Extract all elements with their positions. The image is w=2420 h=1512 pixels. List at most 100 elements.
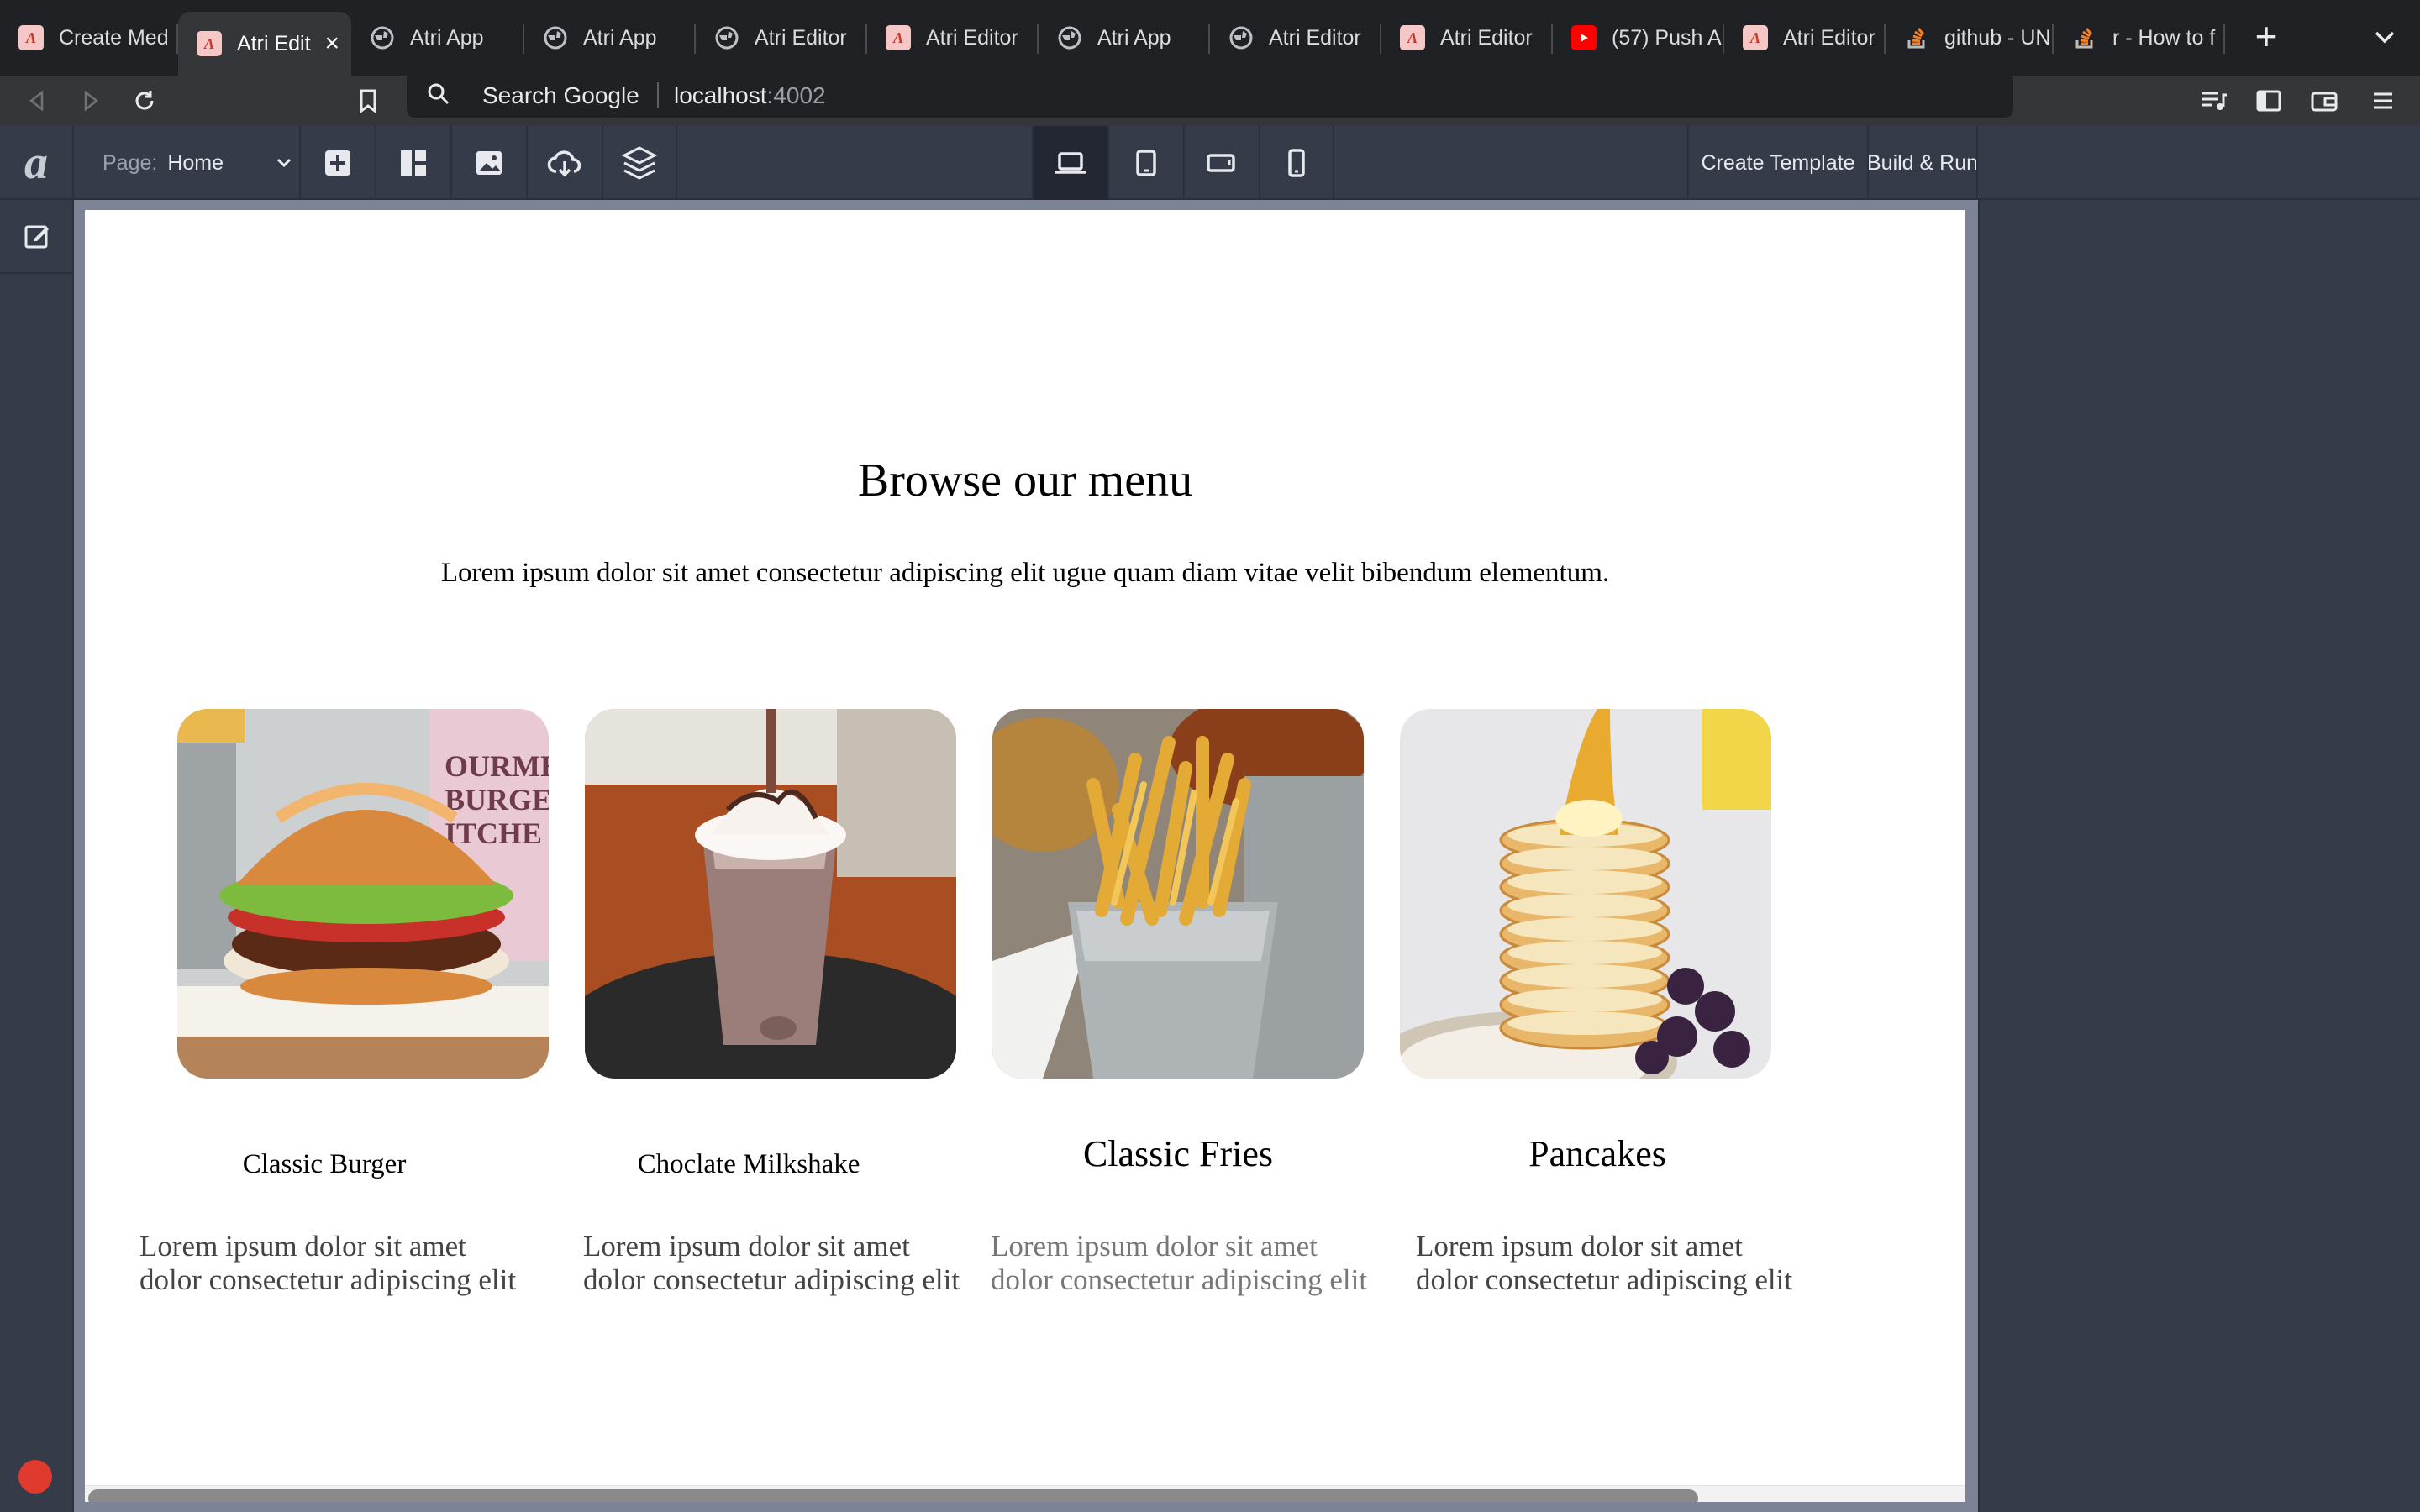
edit-properties-button[interactable] [0, 200, 74, 274]
globe-icon [1057, 25, 1082, 50]
editor-left-sidebar [0, 200, 74, 1512]
stack-layers-button[interactable] [602, 126, 677, 200]
browser-tab[interactable]: A Atri Editor [1724, 10, 1886, 66]
recording-indicator [18, 1460, 52, 1494]
pancakes-image[interactable] [1400, 709, 1771, 1079]
stackoverflow-icon [1904, 25, 1929, 50]
cloud-download-icon [547, 150, 581, 177]
import-resource-button[interactable] [526, 126, 602, 200]
globe-icon [543, 25, 568, 50]
description-line: dolor consectetur adipiscing elit [583, 1263, 960, 1296]
svg-text:OURME: OURME [445, 749, 549, 783]
layers-icon [621, 146, 658, 180]
editor-top-bar: a Page: Home Create Template Build & Run [0, 126, 2420, 200]
assets-button[interactable] [450, 126, 526, 200]
url-host: localhost [674, 82, 767, 108]
tab-title: Atri Editor [755, 25, 847, 50]
layers-layout-button[interactable] [375, 126, 450, 200]
description-line: Lorem ipsum dolor sit amet [139, 1230, 466, 1263]
browser-tab[interactable]: Atri Editor [1210, 10, 1381, 66]
youtube-icon [1571, 25, 1597, 50]
omnibox-divider [657, 82, 659, 108]
description-line: dolor consectetur adipiscing elit [1416, 1263, 1793, 1296]
browser-tab[interactable]: A Create Med [0, 10, 178, 66]
browser-tab[interactable]: A Atri Editor [1381, 10, 1553, 66]
page-selector-label: Page: [103, 150, 158, 175]
svg-text:ITCHE: ITCHE [445, 816, 542, 850]
tab-title: Atri App [1097, 25, 1171, 50]
tablet-landscape-icon [1207, 154, 1235, 172]
address-bar[interactable]: Search Google localhost:4002 [407, 71, 2013, 118]
build-run-button[interactable]: Build & Run [1867, 126, 1978, 200]
section-heading: Browse our menu [857, 454, 1193, 507]
media-queue-icon[interactable] [2196, 84, 2230, 118]
classic-fries-image[interactable] [992, 709, 1364, 1079]
tab-title: Atri Editor [926, 25, 1018, 50]
browser-tab[interactable]: A Atri Editor [867, 10, 1039, 66]
classic-burger-image[interactable]: OURME BURGE ITCHE [177, 709, 549, 1079]
browser-tab-active[interactable]: A Atri Edit × [178, 12, 351, 76]
edit-icon [24, 225, 49, 249]
tab-title: Atri Editor [1440, 25, 1533, 50]
page-canvas[interactable]: Browse our menu Lorem ipsum dolor sit am… [85, 210, 1965, 1502]
tab-title: Atri App [410, 25, 484, 50]
canvas-frame: Browse our menu Lorem ipsum dolor sit am… [74, 200, 1978, 1512]
menu-item-description: Lorem ipsum dolor sit amet dolor consect… [139, 1230, 543, 1297]
add-component-button[interactable] [299, 126, 375, 200]
description-line: Lorem ipsum dolor sit amet [583, 1230, 910, 1263]
browser-tab[interactable]: r - How to f [2054, 10, 2225, 66]
laptop-icon [1055, 152, 1086, 174]
wallet-icon[interactable] [2307, 84, 2341, 118]
browser-tab[interactable]: Atri App [351, 10, 524, 66]
tab-separator [2223, 24, 2225, 54]
browser-tab[interactable]: Atri App [1039, 10, 1210, 66]
globe-icon [714, 25, 739, 50]
svg-text:BURGE: BURGE [445, 783, 549, 816]
menu-item-description: Lorem ipsum dolor sit amet dolor consect… [991, 1230, 1394, 1297]
chocolate-milkshake-image[interactable] [585, 709, 956, 1079]
device-mobile-button[interactable] [1259, 126, 1334, 200]
editor-right-panel [1978, 200, 2420, 1512]
tab-title: r - How to f [2112, 25, 2216, 50]
browser-tab[interactable]: (57) Push A [1553, 10, 1724, 66]
tab-close-icon[interactable]: × [324, 29, 339, 58]
menu-item-description: Lorem ipsum dolor sit amet dolor consect… [583, 1230, 986, 1297]
device-tablet-button[interactable] [1107, 126, 1183, 200]
description-line: Lorem ipsum dolor sit amet [991, 1230, 1318, 1263]
globe-icon [370, 25, 395, 50]
url-text: localhost:4002 [674, 82, 826, 109]
menu-item-name: Choclate Milkshake [637, 1149, 860, 1179]
atri-logo[interactable]: a [0, 126, 74, 200]
forward-arrow-icon[interactable] [74, 84, 108, 118]
reload-icon[interactable] [128, 84, 161, 118]
layout-icon [401, 150, 426, 176]
back-arrow-icon[interactable] [20, 84, 54, 118]
browser-tab[interactable]: github - UN [1886, 10, 2054, 66]
device-desktop-button[interactable] [1032, 126, 1107, 200]
section-subheading: Lorem ipsum dolor sit amet consectetur a… [440, 558, 1610, 588]
new-tab-plus-icon[interactable]: + [2245, 17, 2287, 59]
tab-title: Atri App [583, 25, 657, 50]
tab-title: (57) Push A [1612, 25, 1722, 50]
browser-tab-strip: A Create Med A Atri Edit × Atri App Atri… [0, 0, 2420, 76]
atri-icon: A [886, 25, 911, 50]
description-line: dolor consectetur adipiscing elit [991, 1263, 1368, 1296]
horizontal-scrollbar-thumb[interactable] [88, 1489, 1698, 1502]
tab-title: Atri Editor [1269, 25, 1361, 50]
page-selector[interactable]: Page: Home [103, 148, 296, 178]
browser-tab[interactable]: Atri Editor [696, 10, 867, 66]
tab-search-chevron-icon[interactable] [2368, 20, 2402, 54]
create-template-button[interactable]: Create Template [1687, 126, 1867, 200]
sidebar-toggle-icon[interactable] [2252, 84, 2286, 118]
browser-tab[interactable]: Atri App [524, 10, 696, 66]
device-tablet-landscape-button[interactable] [1183, 126, 1259, 200]
url-port: :4002 [766, 82, 826, 108]
chevron-down-icon [272, 151, 296, 181]
plus-square-icon [325, 150, 350, 176]
stackoverflow-icon [2072, 25, 2097, 50]
atri-icon: A [18, 25, 44, 50]
bookmark-icon[interactable] [351, 84, 385, 118]
tab-title: Create Med [59, 25, 169, 50]
image-icon [476, 151, 502, 175]
hamburger-menu-icon[interactable] [2366, 84, 2400, 118]
